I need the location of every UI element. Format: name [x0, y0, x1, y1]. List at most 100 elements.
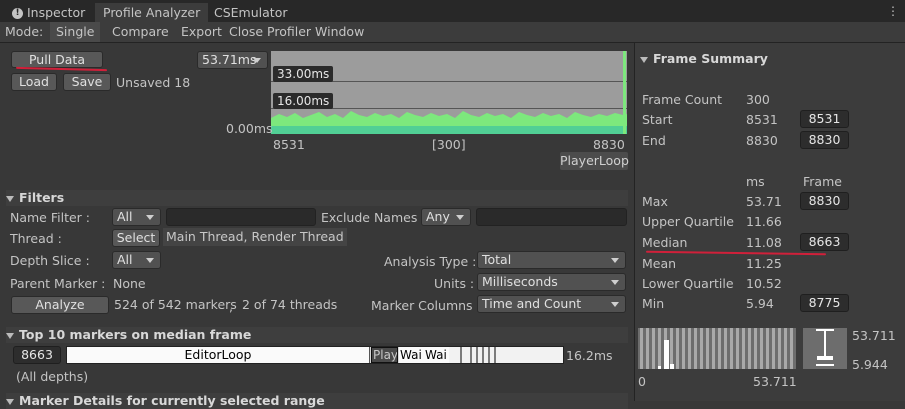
marker-segment-wait-2[interactable]: Wai — [424, 347, 450, 363]
column-frame-header: Frame — [803, 174, 842, 189]
mode-export-button[interactable]: Export — [175, 22, 228, 42]
chevron-down-icon — [611, 258, 619, 263]
tab-csemulator-label: CSEmulator — [214, 5, 288, 20]
histogram-max-label: 53.711 — [753, 374, 797, 389]
save-button[interactable]: Save — [63, 73, 111, 91]
mode-single-button[interactable]: Single — [50, 22, 101, 42]
median-frame-total-time: 16.2ms — [566, 348, 613, 363]
foldout-arrow-icon — [6, 332, 14, 339]
pull-data-button[interactable]: Pull Data — [11, 51, 103, 68]
thread-label: Thread : — [10, 231, 62, 246]
analysis-type-dropdown[interactable]: Total — [477, 251, 626, 269]
min-label: Min — [642, 296, 665, 311]
window-menu-icon[interactable]: ⋮ — [887, 4, 899, 18]
graph-label-low: 16.00ms — [273, 93, 334, 109]
median-ms-value: 11.08 — [746, 235, 782, 250]
marker-details-header[interactable]: Marker Details for currently selected ra… — [6, 393, 628, 409]
min-frame-button[interactable]: 8775 — [800, 294, 849, 312]
marker-segment-playerloop[interactable]: Play — [371, 347, 398, 363]
frame-summary-header[interactable]: Frame Summary — [640, 51, 768, 66]
boxplot-min-label: 5.944 — [852, 357, 888, 372]
graph-range-dropdown[interactable]: 53.71ms — [197, 51, 268, 69]
load-button[interactable]: Load — [11, 73, 57, 91]
units-label: Units : — [434, 276, 475, 291]
exclude-names-mode-value: Any — [426, 209, 450, 224]
tab-profile-analyzer[interactable]: Profile Analyzer — [95, 3, 209, 22]
start-frame-button[interactable]: 8531 — [800, 110, 849, 128]
graph-marker-label: PlayerLoop — [560, 152, 629, 170]
foldout-arrow-icon — [640, 56, 648, 63]
units-value: Milliseconds — [482, 274, 558, 289]
units-dropdown[interactable]: Milliseconds — [477, 273, 626, 291]
analysis-type-label: Analysis Type : — [384, 254, 477, 269]
marker-columns-label: Marker Columns : — [371, 298, 481, 313]
top-markers-header[interactable]: Top 10 markers on median frame — [6, 327, 628, 343]
frame-time-histogram — [638, 328, 796, 369]
mean-label: Mean — [642, 256, 677, 271]
marker-columns-dropdown[interactable]: Time and Count — [477, 295, 626, 313]
selected-threads-text: Main Thread, Render Thread — [163, 228, 347, 246]
depth-slice-dropdown[interactable]: All — [112, 251, 161, 269]
graph-label-high: 33.00ms — [273, 66, 334, 82]
histogram-min-label: 0 — [638, 374, 646, 389]
chevron-down-icon — [253, 58, 261, 63]
column-ms-header: ms — [746, 174, 765, 189]
name-filter-mode-dropdown[interactable]: All — [112, 208, 161, 226]
thread-select-button[interactable]: Select — [112, 229, 160, 247]
exclude-names-label: Exclude Names : — [321, 210, 426, 225]
end-frame-button[interactable]: 8830 — [800, 131, 849, 149]
name-filter-mode-value: All — [117, 209, 133, 224]
exclude-names-input[interactable] — [476, 208, 627, 226]
depth-slice-value: All — [117, 252, 133, 267]
chevron-down-icon — [146, 215, 154, 220]
depth-slice-label: Depth Slice : — [10, 253, 90, 268]
count-separator: , — [229, 299, 233, 314]
mode-compare-button[interactable]: Compare — [106, 22, 175, 42]
parent-marker-label: Parent Marker : — [10, 276, 106, 291]
exclude-names-mode-dropdown[interactable]: Any — [421, 208, 471, 226]
foldout-arrow-icon — [6, 195, 14, 202]
lower-quartile-label: Lower Quartile — [642, 276, 734, 291]
tab-inspector-label: Inspector — [27, 5, 86, 20]
frame-time-boxplot — [803, 328, 847, 369]
close-profiler-window-button[interactable]: Close Profiler Window — [223, 22, 370, 42]
marker-segment-wait-1[interactable]: Wai — [399, 347, 425, 363]
frame-count-label: Frame Count — [642, 92, 723, 107]
frame-summary-title: Frame Summary — [653, 51, 768, 66]
name-filter-input[interactable] — [166, 208, 316, 226]
markers-count-text: 524 of 542 markers — [114, 297, 237, 312]
chevron-down-icon — [611, 302, 619, 307]
graph-start-frame: 8531 — [273, 137, 305, 152]
upper-quartile-ms-value: 11.66 — [746, 214, 782, 229]
median-label: Median — [642, 235, 688, 250]
min-ms-value: 5.94 — [746, 296, 774, 311]
median-frame-button[interactable]: 8663 — [13, 346, 61, 364]
chevron-down-icon — [611, 280, 619, 285]
depth-scope-text: (All depths) — [16, 369, 89, 384]
end-value: 8830 — [746, 133, 778, 148]
info-icon: ! — [12, 8, 23, 19]
top-markers-title: Top 10 markers on median frame — [19, 327, 252, 342]
chevron-down-icon — [146, 258, 154, 263]
save-status-text: Unsaved 18 — [116, 75, 191, 90]
analysis-type-value: Total — [482, 252, 512, 267]
foldout-arrow-icon — [6, 398, 14, 405]
graph-zero-label: 0.00ms — [226, 121, 273, 136]
graph-frame-count: [300] — [432, 137, 466, 152]
tab-profile-analyzer-label: Profile Analyzer — [103, 5, 201, 20]
frame-time-graph[interactable]: 33.00ms 16.00ms — [271, 51, 627, 134]
frame-count-value: 300 — [746, 92, 770, 107]
max-label: Max — [642, 194, 668, 209]
analyze-button[interactable]: Analyze — [11, 296, 109, 314]
threads-count-text: 2 of 74 threads — [242, 297, 338, 312]
tab-inspector[interactable]: ! Inspector — [4, 3, 93, 22]
max-frame-button[interactable]: 8830 — [800, 192, 849, 210]
start-value: 8531 — [746, 112, 778, 127]
filters-header[interactable]: Filters — [6, 190, 628, 206]
marker-segment-editorloop[interactable]: EditorLoop — [67, 347, 370, 363]
marker-segment-small-markers — [449, 347, 563, 363]
mode-label: Mode: — [5, 24, 44, 39]
tab-csemulator[interactable]: CSEmulator — [206, 3, 295, 22]
median-frame-button[interactable]: 8663 — [800, 233, 849, 251]
chevron-down-icon — [456, 215, 464, 220]
